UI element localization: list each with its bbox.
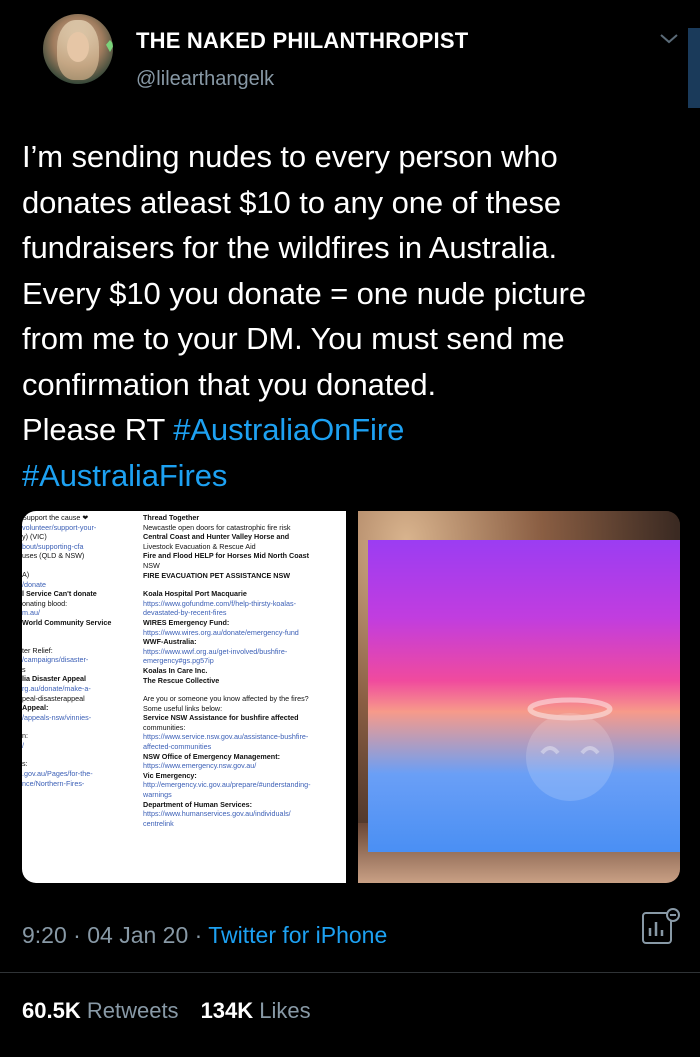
fundraiser-list-line: WIRES Emergency Fund: bbox=[143, 617, 230, 627]
fundraiser-list-line: onating blood: bbox=[22, 598, 68, 608]
fundraiser-list-line: /campaigns/disaster- bbox=[22, 655, 89, 665]
tweet-line: Every $10 you donate = one nude picture bbox=[22, 275, 586, 311]
retweets-stat[interactable]: 60.5K Retweets bbox=[22, 998, 179, 1023]
fundraiser-list-line: s: bbox=[22, 759, 28, 769]
separator: · bbox=[188, 922, 209, 948]
fundraiser-list-line: NSW Office of Emergency Management: bbox=[143, 751, 280, 761]
fundraiser-list-line: https://www.service.nsw.gov.au/assistanc… bbox=[143, 732, 309, 742]
fundraiser-list-right-column: Thread Together Newcastle open doors for … bbox=[143, 513, 343, 828]
avatar[interactable] bbox=[43, 14, 113, 84]
fundraiser-list-line: Central Coast and Hunter Valley Horse an… bbox=[143, 532, 290, 542]
tweet-line: I’m sending nudes to every person who bbox=[22, 139, 558, 174]
fundraiser-list-line: Service NSW Assistance for bushfire affe… bbox=[143, 713, 299, 723]
fundraiser-list-left-column: Support the cause ❤ volunteer/support-you… bbox=[22, 513, 140, 788]
fundraiser-list-line: https://www.wires.org.au/donate/emergenc… bbox=[143, 627, 299, 637]
rt-prefix: Please RT bbox=[22, 412, 174, 447]
tweet-line: fundraisers for the wildfires in Austral… bbox=[22, 230, 557, 265]
fundraiser-list-line: peal-disasterappeal bbox=[22, 693, 85, 703]
tweet-time: 9:20 bbox=[22, 922, 67, 948]
fundraiser-list-line: affected-communities bbox=[143, 742, 212, 752]
fundraiser-list-line: Newcastle open doors for catastrophic fi… bbox=[143, 522, 291, 532]
fundraiser-list-line: volunteer/support-your- bbox=[22, 522, 97, 532]
chevron-down-icon[interactable] bbox=[660, 34, 678, 44]
fundraiser-list-line: / bbox=[22, 740, 24, 750]
fundraiser-list-line: s bbox=[22, 664, 26, 674]
media-image-fundraiser-list[interactable]: Support the cause ❤ volunteer/support-you… bbox=[22, 511, 346, 883]
retweets-count: 60.5K bbox=[22, 998, 81, 1023]
fundraiser-list-line: nce/Northern-Fires- bbox=[22, 778, 85, 788]
fundraiser-list-line: warnings bbox=[143, 790, 172, 800]
fundraiser-list-line: /appeals-nsw/vinnies- bbox=[22, 712, 92, 722]
fundraiser-list-line: https://www.wwf.org.au/get-involved/bush… bbox=[143, 646, 288, 656]
fundraiser-list-line: uses (QLD & NSW) bbox=[22, 551, 85, 561]
display-name[interactable]: THE NAKED PHILANTHROPIST bbox=[136, 28, 468, 54]
likes-label: Likes bbox=[259, 998, 311, 1023]
hashtag-link[interactable]: #AustraliaOnFire bbox=[173, 412, 404, 447]
separator: · bbox=[66, 922, 88, 948]
fundraiser-list-line: lia Disaster Appeal bbox=[22, 674, 87, 684]
fundraiser-list-line: Department of Human Services: bbox=[143, 799, 253, 809]
retweets-label: Retweets bbox=[86, 998, 179, 1023]
fundraiser-list-line: Thread Together bbox=[143, 513, 200, 522]
fundraiser-list-line: https://www.humanservices.gov.au/individ… bbox=[143, 809, 291, 819]
fundraiser-list-line: Appeal: bbox=[22, 703, 49, 713]
tweet-text: I’m sending nudes to every person who do… bbox=[22, 134, 672, 498]
fundraiser-list-line: Support the cause ❤ bbox=[22, 513, 89, 522]
fundraiser-list-line: n: bbox=[22, 731, 28, 741]
fundraiser-list-line: /donate bbox=[22, 579, 46, 589]
scrollbar-indicator bbox=[688, 28, 700, 108]
fundraiser-list-line: Koalas In Care Inc. bbox=[143, 665, 208, 675]
fundraiser-list-line: https://www.gofundme.com/f/help-thirsty-… bbox=[143, 598, 296, 608]
fundraiser-list-line: centrelink bbox=[143, 818, 174, 828]
fundraiser-list-line: rg.au/donate/make-a- bbox=[22, 683, 91, 693]
engagement-stats: 60.5K Retweets 134K Likes bbox=[22, 998, 311, 1024]
tweet-line: donates atleast $10 to any one of these bbox=[22, 184, 562, 220]
fundraiser-list-line: y) (VIC) bbox=[22, 532, 47, 542]
fundraiser-list-line: A) bbox=[22, 569, 30, 579]
fundraiser-list-line: WWF-Australia: bbox=[143, 637, 197, 647]
fundraiser-list-line: Livestock Evacuation & Rescue Aid bbox=[143, 541, 256, 551]
fundraiser-list-line: The Rescue Collective bbox=[143, 675, 220, 685]
fundraiser-list-line: Vic Emergency: bbox=[143, 770, 197, 780]
divider bbox=[0, 972, 700, 973]
fundraiser-list-line: Some useful links below: bbox=[143, 703, 223, 713]
angel-emoji-icon bbox=[526, 697, 614, 801]
hashtag-link[interactable]: #AustraliaFires bbox=[22, 458, 227, 493]
likes-stat[interactable]: 134K Likes bbox=[201, 998, 311, 1023]
fundraiser-list-line: http://emergency.vic.gov.au/prepare/#und… bbox=[143, 780, 311, 790]
avatar-face bbox=[67, 32, 89, 62]
fundraiser-list-line: Koala Hospital Port Macquarie bbox=[143, 589, 247, 599]
fundraiser-list-line: FIRE EVACUATION PET ASSISTANCE NSW bbox=[143, 570, 291, 580]
fundraiser-list-line: NSW bbox=[143, 560, 160, 570]
tweet-date: 04 Jan 20 bbox=[87, 922, 189, 948]
fundraiser-list-line: l Service Can't donate bbox=[22, 589, 97, 599]
fundraiser-list-line: https://www.emergency.nsw.gov.au/ bbox=[143, 761, 257, 771]
tweet-line: from me to your DM. You must send me bbox=[22, 321, 565, 356]
likes-count: 134K bbox=[200, 998, 254, 1023]
fundraiser-list-line: emergency#gs.pg57ip bbox=[143, 656, 214, 666]
fundraiser-list-line: Fire and Flood HELP for Horses Mid North… bbox=[143, 551, 309, 561]
user-handle[interactable]: @lilearthangelk bbox=[136, 68, 274, 91]
tweet-analytics-icon[interactable] bbox=[640, 908, 680, 948]
fundraiser-list-line: devastated-by-recent-fires bbox=[143, 608, 227, 618]
fundraiser-list-line: bout/supporting-cfa bbox=[22, 541, 84, 551]
tweet-source-link[interactable]: Twitter for iPhone bbox=[208, 922, 387, 948]
fundraiser-list-line: World Community Service bbox=[22, 617, 112, 627]
fundraiser-list-line: ter Relief: bbox=[22, 645, 53, 655]
fundraiser-list-line: .gov.au/Pages/for-the- bbox=[22, 769, 93, 779]
fundraiser-list-line: communities: bbox=[143, 722, 186, 732]
tweet-line: confirmation that you donated. bbox=[22, 366, 437, 402]
gem-icon bbox=[106, 40, 113, 52]
fundraiser-list-line: m.au/ bbox=[22, 608, 40, 618]
fundraiser-list-line: Are you or someone you know affected by … bbox=[143, 694, 309, 704]
tweet-timestamp: 9:20 · 04 Jan 20 · Twitter for iPhone bbox=[22, 922, 387, 949]
